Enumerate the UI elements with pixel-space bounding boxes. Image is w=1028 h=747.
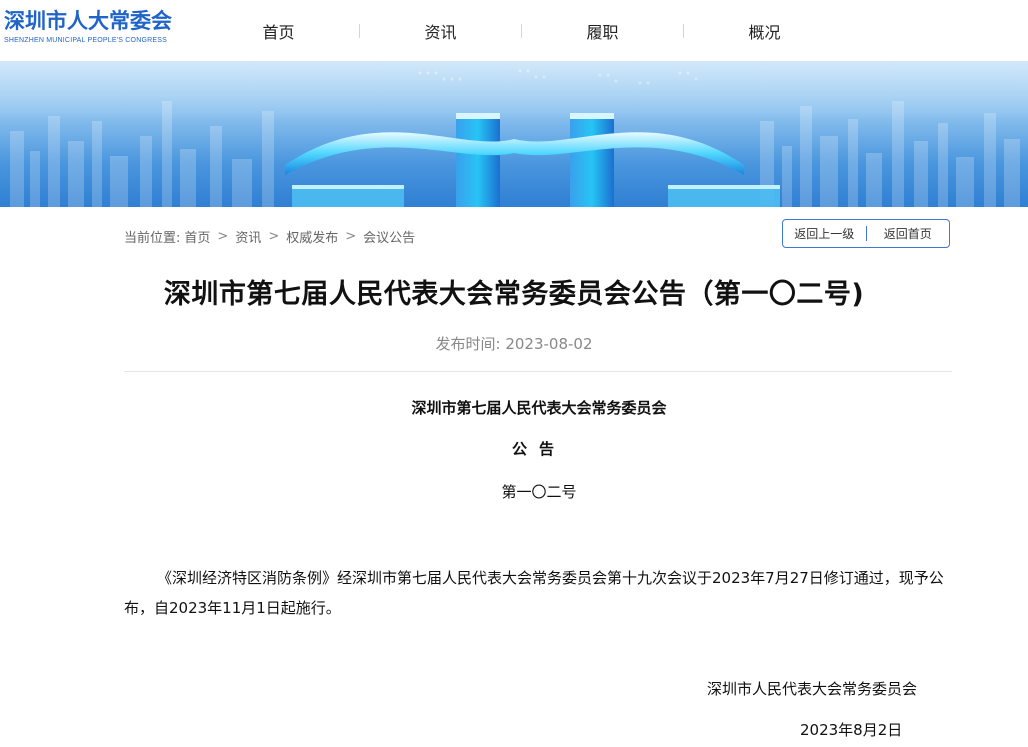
signature-organization: 深圳市人民代表大会常务委员会 — [707, 680, 918, 698]
breadcrumb-separator: > — [268, 229, 280, 244]
breadcrumb-separator: > — [345, 229, 357, 244]
nav-item-home[interactable]: 首页 — [198, 19, 359, 43]
title-divider — [124, 371, 952, 372]
nav-item-news[interactable]: 资讯 — [360, 19, 521, 43]
breadcrumb-item-announcements[interactable]: 会议公告 — [363, 227, 415, 246]
back-home-button[interactable]: 返回首页 — [867, 225, 950, 242]
article-title: 深圳市第七届人民代表大会常务委员会公告（第一〇二号) — [163, 279, 865, 310]
civic-towers — [456, 113, 614, 207]
nav-item-overview[interactable]: 概况 — [684, 19, 845, 43]
hero-banner — [0, 61, 1028, 207]
notice-number: 第一〇二号 — [501, 483, 577, 501]
breadcrumb-item-releases[interactable]: 权威发布 — [286, 227, 338, 246]
logo-english-name: SHENZHEN MUNICIPAL PEOPLE'S CONGRESS — [4, 37, 167, 44]
issuing-organization: 深圳市第七届人民代表大会常务委员会 — [411, 399, 667, 417]
breadcrumb-item-home[interactable]: 首页 — [184, 227, 210, 246]
signature-date: 2023年8月2日 — [800, 721, 903, 739]
main-nav: 首页 资讯 履职 概况 — [198, 0, 845, 61]
breadcrumb-item-news[interactable]: 资讯 — [235, 227, 261, 246]
site-logo[interactable]: 深圳市人大常委会 SHENZHEN MUNICIPAL PEOPLE'S CON… — [4, 8, 172, 45]
banner-illustration — [0, 61, 1028, 207]
breadcrumb-prefix: 当前位置: — [124, 231, 181, 246]
notice-heading: 公告 — [511, 440, 566, 458]
site-header: 深圳市人大常委会 SHENZHEN MUNICIPAL PEOPLE'S CON… — [0, 0, 1028, 61]
article-body: 《深圳经济特区消防条例》经深圳市第七届人民代表大会常务委员会第十九次会议于202… — [124, 569, 944, 617]
arch-roof — [285, 132, 744, 175]
back-up-button[interactable]: 返回上一级 — [783, 225, 866, 242]
breadcrumb-separator: > — [217, 229, 229, 244]
side-platforms — [292, 185, 780, 207]
logo-chinese-name: 深圳市人大常委会 — [4, 9, 172, 33]
page-toolbar: 当前位置: 首页 > 资讯 > 权威发布 > 会议公告 返回上一级 返回首页 — [0, 207, 1028, 263]
publish-time: 发布时间: 2023-08-02 — [435, 335, 593, 353]
breadcrumb: 当前位置: 首页 > 资讯 > 权威发布 > 会议公告 — [124, 227, 415, 246]
back-button-group: 返回上一级 返回首页 — [782, 219, 950, 248]
nav-item-duties[interactable]: 履职 — [522, 19, 683, 43]
